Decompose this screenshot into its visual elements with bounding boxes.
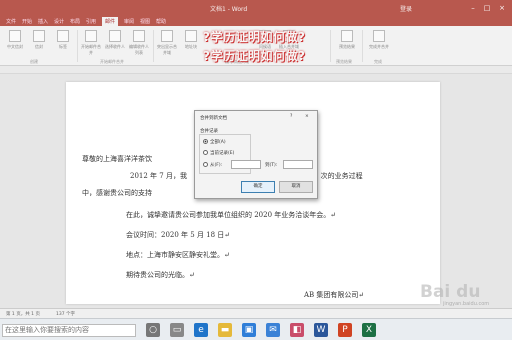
body-line: 2012 年 7 月，我	[130, 172, 187, 180]
group-separator	[330, 30, 331, 62]
tab-layout[interactable]: 布局	[70, 18, 80, 25]
envelope-icon	[9, 30, 21, 42]
body-line: 地点：上海市静安区静安礼堂。↵	[126, 251, 230, 259]
edit-list-icon	[133, 30, 145, 42]
ok-button[interactable]: 确定	[241, 181, 275, 193]
group-separator	[362, 30, 363, 62]
tab-references[interactable]: 引用	[86, 18, 96, 25]
body-line: 会议时间：2020 年 5 月 18 日↵	[126, 231, 231, 239]
ruler	[0, 66, 512, 74]
address-block-button[interactable]: 地址块	[180, 30, 202, 56]
watermark-url: jingyan.baidu.com	[443, 301, 490, 307]
overlay-caption: ?学历证明如何做?	[203, 30, 306, 44]
select-recipients-button[interactable]: 选择收件人	[104, 30, 126, 56]
store-icon[interactable]: ▣	[242, 323, 256, 337]
word-icon[interactable]: W	[314, 323, 328, 337]
radio-current-record[interactable]: 当前记录(E)	[203, 150, 234, 156]
finish-icon	[373, 30, 385, 42]
watermark-logo: Bai du	[420, 282, 481, 302]
excel-icon[interactable]: X	[362, 323, 376, 337]
file-explorer-icon[interactable]: ▬	[218, 323, 232, 337]
radio-icon	[203, 150, 208, 155]
status-bar: 第 1 页，共 1 页 137 个字	[0, 308, 512, 318]
minimize-icon[interactable]: –	[468, 3, 478, 13]
group-label-preview: 预览结果	[336, 59, 352, 64]
group-label-create: 创建	[30, 59, 38, 64]
window-title: 文档1 - Word	[210, 6, 248, 13]
radio-icon	[203, 162, 208, 167]
chinese-envelope-button[interactable]: 中文信封	[4, 30, 26, 56]
from-field[interactable]	[231, 160, 261, 169]
recipients-icon	[109, 30, 121, 42]
body-line: 期待贵公司的光临。↵	[126, 271, 195, 279]
word-count: 137 个字	[56, 312, 76, 317]
body-line: 0 次的业务过程	[314, 172, 363, 180]
task-view-icon[interactable]: ▭	[170, 323, 184, 337]
ribbon-tabs: 文件 开始 插入 设计 布局 引用 邮件 审阅 视图 帮助	[0, 16, 512, 26]
tab-design[interactable]: 设计	[54, 18, 64, 25]
preview-results-button[interactable]: 预览结果	[336, 30, 358, 56]
powerpoint-icon[interactable]: P	[338, 323, 352, 337]
group-separator	[153, 30, 154, 62]
dialog-title: 合并到新文档	[200, 116, 227, 121]
help-icon[interactable]: ?	[290, 114, 292, 119]
body-line: 中，感谢贵公司的支持	[82, 189, 152, 197]
body-line: 在此，诚挚邀请贵公司参加我单位组织的 2020 年业务洽谈年会。↵	[126, 211, 337, 219]
close-icon[interactable]: ×	[305, 114, 309, 119]
group-label-finish: 完成	[374, 59, 382, 64]
tab-insert[interactable]: 插入	[38, 18, 48, 25]
edit-recipient-list-button[interactable]: 编辑收件人列表	[128, 30, 150, 56]
taskbar-search-input[interactable]	[2, 324, 136, 337]
tab-help[interactable]: 帮助	[156, 18, 166, 25]
to-label: 到(T):	[265, 163, 278, 168]
edge-icon[interactable]: e	[194, 323, 208, 337]
cortana-icon[interactable]: ○	[146, 323, 160, 337]
title-bar: 文档1 - Word 登录 – □ ×	[0, 0, 512, 16]
photos-icon[interactable]: ◧	[290, 323, 304, 337]
finish-merge-button[interactable]: 完成并合并	[368, 30, 390, 56]
envelope-icon	[33, 30, 45, 42]
label-icon	[57, 30, 69, 42]
radio-from[interactable]: 从(F):	[203, 162, 222, 168]
mail-merge-icon	[85, 30, 97, 42]
preview-icon	[341, 30, 353, 42]
mail-icon[interactable]: ✉	[266, 323, 280, 337]
salutation-line: 尊敬的上海喜洋洋茶饮	[82, 155, 152, 163]
start-mail-merge-button[interactable]: 开始邮件合并	[80, 30, 102, 56]
tab-mailings[interactable]: 邮件	[102, 17, 119, 26]
labels-button[interactable]: 标签	[52, 30, 74, 56]
to-field[interactable]	[283, 160, 313, 169]
merge-to-new-document-dialog: 合并到新文档 ? × 合并记录 全部(A) 当前记录(E) 从(F): 到(T)…	[194, 110, 318, 199]
signature-line: AB 集团有限公司↵	[304, 291, 365, 299]
taskbar: ○ ▭ e ▬ ▣ ✉ ◧ W P X	[0, 318, 512, 340]
address-icon	[185, 30, 197, 42]
tab-view[interactable]: 视图	[140, 18, 150, 25]
overlay-caption-repeat: ?学历证明如何做?	[203, 49, 306, 63]
group-separator	[77, 30, 78, 62]
radio-all[interactable]: 全部(A)	[203, 139, 226, 145]
radio-selected-icon	[203, 139, 208, 144]
envelope-button[interactable]: 信封	[28, 30, 50, 56]
maximize-icon[interactable]: □	[482, 3, 492, 13]
page-info: 第 1 页，共 1 页	[6, 312, 40, 317]
cancel-button[interactable]: 取消	[279, 181, 313, 193]
sign-in-link[interactable]: 登录	[400, 4, 412, 13]
group-label-start-merge: 开始邮件合并	[100, 59, 124, 64]
highlight-icon	[161, 30, 173, 42]
close-icon[interactable]: ×	[497, 3, 507, 13]
tab-file[interactable]: 文件	[6, 18, 16, 25]
tab-review[interactable]: 审阅	[124, 18, 134, 25]
highlight-merge-fields-button[interactable]: 突出显示合并域	[156, 30, 178, 56]
tab-home[interactable]: 开始	[22, 18, 32, 25]
